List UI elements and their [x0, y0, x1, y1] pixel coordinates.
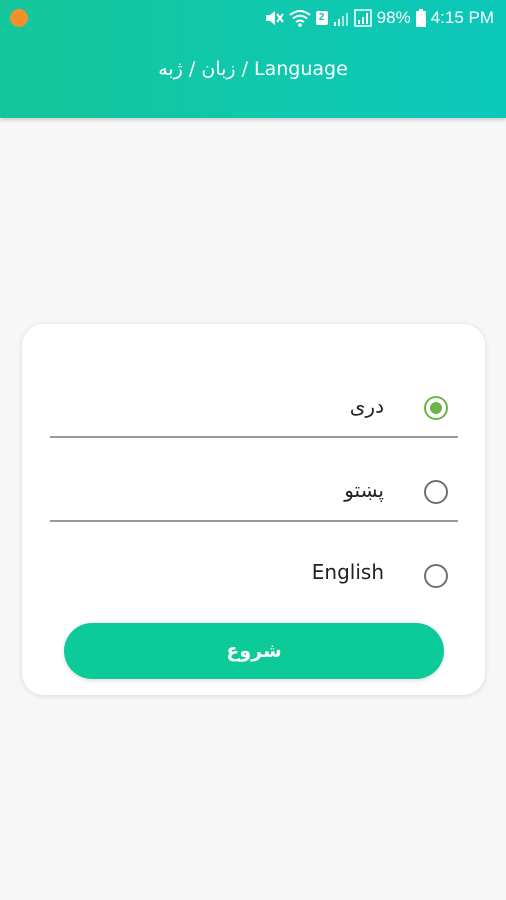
radio-selected-icon[interactable] — [424, 396, 448, 420]
battery-icon — [415, 9, 426, 27]
divider — [50, 436, 458, 438]
language-label: English — [311, 560, 384, 584]
language-label: پښتو — [344, 478, 384, 502]
status-bar: 2 98% 4:15 PM — [0, 0, 506, 36]
language-option-dari[interactable]: دری — [50, 376, 458, 436]
language-option-english[interactable]: English — [50, 544, 458, 604]
status-icons: 2 98% 4:15 PM — [264, 7, 494, 29]
radio-unselected-icon[interactable] — [424, 564, 448, 588]
page-title: زبان / ژبه / Language — [158, 58, 348, 80]
start-button[interactable]: شروع — [64, 623, 444, 679]
language-option-pashto[interactable]: پښتو — [50, 460, 458, 520]
wifi-icon — [289, 10, 311, 27]
language-label: دری — [349, 394, 384, 418]
signal-icon — [353, 9, 372, 27]
language-card: دری پښتو English شروع — [22, 324, 485, 695]
sim-badge: 2 — [315, 11, 328, 25]
app-header: 2 98% 4:15 PM زبان / ژبه / Language — [0, 0, 506, 118]
radio-unselected-icon[interactable] — [424, 480, 448, 504]
divider — [50, 520, 458, 522]
mute-icon — [265, 11, 284, 25]
battery-percent: 98% — [376, 8, 411, 27]
status-time: 4:15 PM — [430, 8, 494, 27]
signal-weak-icon — [333, 13, 348, 26]
notification-dot-icon — [10, 9, 28, 27]
